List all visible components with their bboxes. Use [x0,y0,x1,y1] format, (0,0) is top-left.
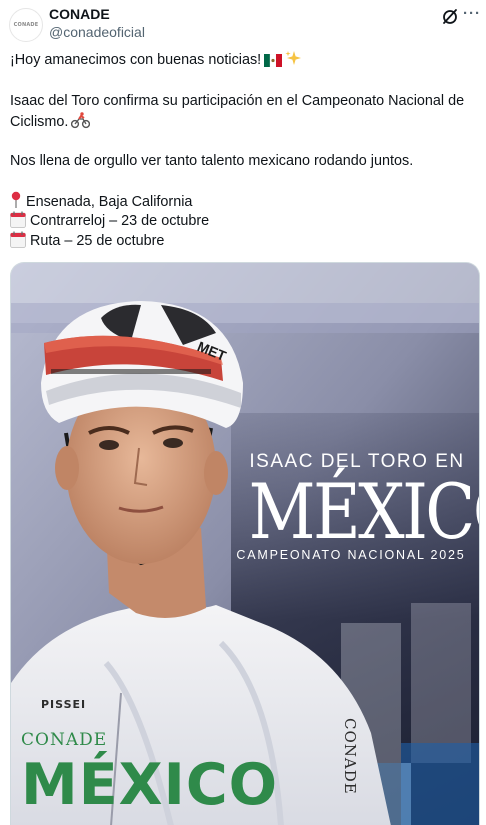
jersey-org: CONADE [21,730,108,750]
sparkles-icon [285,50,302,73]
date-text: Ruta – 25 de octubre [30,233,165,249]
post-text: Ciclismo. [10,114,69,130]
mexico-flag-icon [264,53,283,73]
post-line-4: Nos llena de orgullo ver tanto talento m… [10,153,414,169]
post-line-2: Isaac del Toro confirma su participación… [10,93,465,109]
grok-icon[interactable] [440,6,460,26]
location-text: Ensenada, Baja California [26,194,193,210]
conade-logo: CONADE [13,22,39,28]
jersey-side-text: CONADE [341,718,359,795]
jersey-country: MÉXICO [21,752,279,818]
cyclist-icon [71,111,91,135]
author-handle[interactable]: @conadeoficial [49,24,145,40]
more-options-icon[interactable]: ··· [463,4,481,24]
author-name[interactable]: CONADE [49,6,110,22]
avatar[interactable]: CONADE [9,8,43,42]
overlay-title: MÉXICO [248,467,479,556]
tweet-header: CONADE CONADE @conadeoficial ··· [0,0,486,44]
date-text: Contrarreloj – 23 de octubre [30,213,210,229]
calendar-icon [10,231,26,254]
post-line-3: Ciclismo. [10,111,91,135]
post-line-1: ¡Hoy amanecimos con buenas noticias! [10,50,302,73]
post-image[interactable]: MET ISAAC DEL TORO EN MÉXICO CAMPEONATO … [10,262,480,825]
overlay-subtitle: CAMPEONATO NACIONAL 2025 [236,548,466,562]
post-line-7: Ruta – 25 de octubre [10,231,164,254]
jersey-sponsor: PISSEI [41,698,87,711]
post-text: ¡Hoy amanecimos con buenas noticias! [10,52,262,68]
